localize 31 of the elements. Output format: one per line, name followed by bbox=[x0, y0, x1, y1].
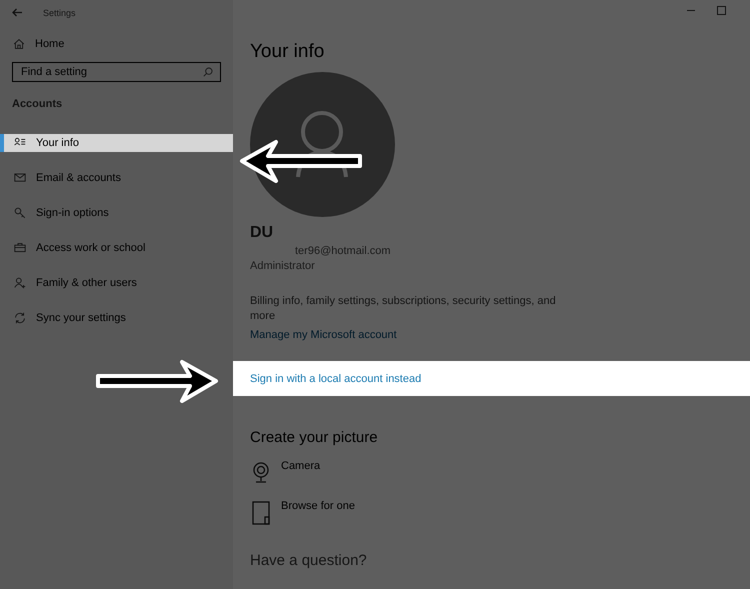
local-account-link[interactable]: Sign in with a local account instead bbox=[250, 372, 422, 384]
search-field[interactable]: Find a setting bbox=[12, 62, 221, 82]
option-label[interactable]: Camera bbox=[281, 460, 320, 472]
maximize-icon[interactable] bbox=[717, 6, 726, 15]
home-link[interactable]: Home bbox=[13, 38, 64, 50]
nav-item[interactable]: Your info bbox=[0, 134, 233, 152]
envelope-icon bbox=[14, 172, 26, 184]
nav-item[interactable]: Email & accounts bbox=[0, 169, 233, 187]
briefcase-icon bbox=[14, 242, 26, 254]
home-icon bbox=[13, 38, 25, 50]
device-icon[interactable] bbox=[250, 500, 272, 526]
key-icon bbox=[14, 207, 26, 219]
section-heading: Create your picture bbox=[250, 429, 379, 446]
account-role: Administrator bbox=[250, 260, 316, 272]
person-add-icon bbox=[14, 277, 26, 289]
nav-item[interactable]: Sync your settings bbox=[0, 309, 233, 327]
account-name: DU bbox=[250, 224, 274, 242]
page-title: Your info bbox=[250, 41, 326, 63]
search-icon[interactable] bbox=[203, 67, 213, 77]
nav-item[interactable]: Access work or school bbox=[0, 239, 233, 257]
nav-item[interactable]: Family & other users bbox=[0, 274, 233, 292]
back-icon[interactable] bbox=[12, 8, 23, 17]
option-label[interactable]: Browse for one bbox=[281, 500, 355, 512]
section-heading: Have a question? bbox=[250, 552, 368, 569]
window-title: Settings bbox=[43, 8, 76, 18]
sync-icon bbox=[14, 312, 26, 324]
description-text: Billing info, family settings, subscriptions, security settings, and more bbox=[250, 294, 557, 324]
account-email: ter96@hotmail.com bbox=[295, 245, 392, 257]
nav-item[interactable]: Sign-in options bbox=[0, 204, 233, 222]
section-heading: Accounts bbox=[12, 98, 64, 110]
manage-account-link[interactable]: Manage my Microsoft account bbox=[250, 329, 397, 341]
